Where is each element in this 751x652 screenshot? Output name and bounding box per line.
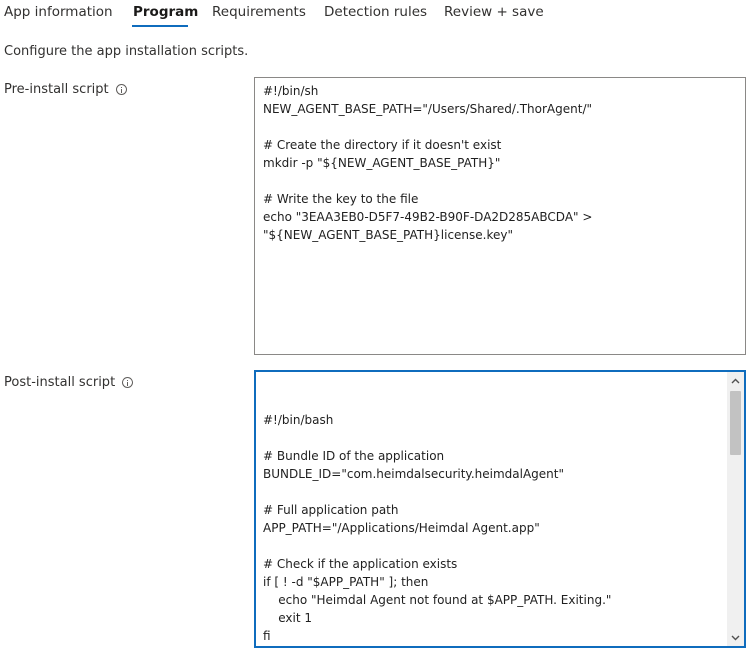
scroll-up-icon[interactable] (727, 372, 744, 389)
scrollbar[interactable] (727, 372, 744, 646)
script-line (263, 483, 718, 501)
tab-program[interactable]: Program (133, 4, 198, 20)
script-line: if [ ! -d "$APP_PATH" ]; then (263, 575, 429, 589)
script-line: echo "Heimdal Agent not found at $APP_PA… (263, 593, 612, 607)
info-icon[interactable] (115, 84, 127, 95)
script-line: #!/bin/sh (263, 84, 319, 98)
pre-install-label-text: Pre-install script (4, 82, 109, 97)
post-install-label-text: Post-install script (4, 375, 116, 390)
script-line: APP_PATH="/Applications/Heimdal Agent.ap… (263, 521, 540, 535)
script-line: # Check if the application exists (263, 557, 458, 571)
script-line: echo "3EAA3EB0-D5F7-49B2-B90F-DA2D285ABC… (263, 210, 593, 224)
script-line: BUNDLE_ID="com.heimdalsecurity.heimdalAg… (263, 467, 564, 481)
pre-install-label: Pre-install script (4, 82, 127, 97)
script-line (263, 537, 718, 555)
scroll-thumb[interactable] (730, 391, 741, 455)
tab-app-information[interactable]: App information (4, 4, 113, 20)
pre-install-script-textarea[interactable]: #!/bin/sh NEW_AGENT_BASE_PATH="/Users/Sha… (254, 77, 746, 355)
scroll-down-icon[interactable] (727, 629, 744, 646)
script-line: NEW_AGENT_BASE_PATH="/Users/Shared/.Thor… (263, 102, 593, 116)
script-line (263, 172, 737, 190)
script-line: # Full application path (263, 503, 399, 517)
script-line: # Create the directory if it doesn't exi… (263, 138, 502, 152)
active-tab-indicator (132, 25, 188, 27)
script-line: exit 1 (263, 611, 313, 625)
tab-requirements[interactable]: Requirements (212, 4, 306, 20)
script-line: #!/bin/bash (263, 413, 334, 427)
post-install-label: Post-install script (4, 375, 134, 390)
post-install-script-textarea[interactable]: #!/bin/bash # Bundle ID of the applicatio… (254, 370, 746, 648)
tab-detection-rules[interactable]: Detection rules (324, 4, 427, 20)
script-line: "${NEW_AGENT_BASE_PATH}license.key" (263, 228, 514, 242)
info-icon[interactable] (122, 377, 134, 388)
script-line: fi (263, 629, 271, 643)
tab-review-save[interactable]: Review + save (444, 4, 544, 20)
script-line (263, 429, 718, 447)
script-line: mkdir -p "${NEW_AGENT_BASE_PATH}" (263, 156, 501, 170)
script-line (263, 118, 737, 136)
script-line: # Bundle ID of the application (263, 449, 445, 463)
page-description: Configure the app installation scripts. (4, 44, 249, 59)
script-line (263, 645, 718, 646)
script-line: # Write the key to the file (263, 192, 419, 206)
wizard-tabs: App information Program Requirements Det… (0, 0, 751, 32)
